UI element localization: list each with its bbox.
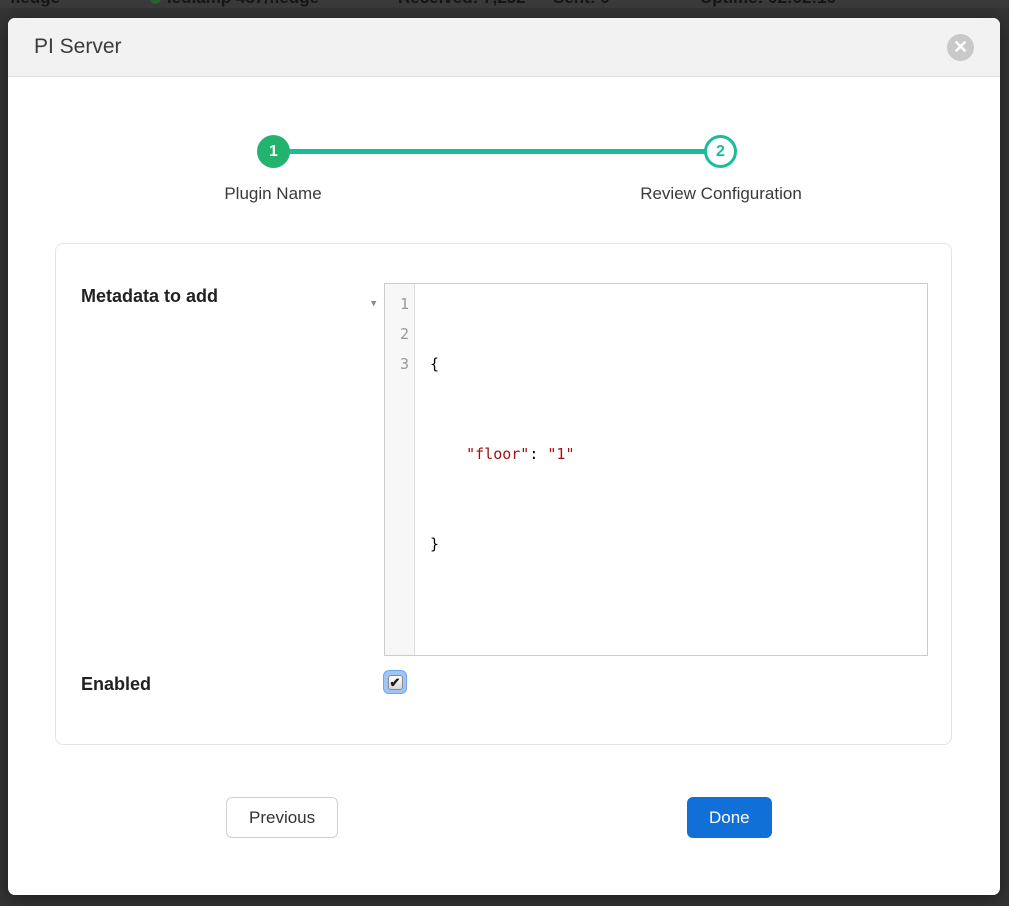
editor-code-area[interactable]: { "floor": "1" } [415, 284, 927, 655]
service-status-icon [150, 0, 161, 4]
step-2-indicator: 2 [704, 135, 737, 168]
enabled-checkbox[interactable]: ✔ [383, 670, 407, 694]
background-received-stat: Received: 7,252 [398, 0, 526, 8]
code-line: { [430, 349, 927, 379]
step-1-indicator: 1 [257, 135, 290, 168]
checkmark-icon: ✔ [388, 675, 403, 690]
background-app-title: fledge [10, 0, 60, 8]
json-code-editor[interactable]: ▼ 1 2 3 { "floor": "1" } [384, 283, 928, 656]
code-line: "floor": "1" [430, 439, 927, 469]
background-sent-stat: Sent: 0 [553, 0, 610, 8]
done-button[interactable]: Done [687, 797, 772, 838]
step-connector-line [288, 149, 707, 154]
gutter-line-2: 2 [385, 319, 409, 349]
gutter-line-3: 3 [385, 349, 409, 379]
line-number: 1 [400, 295, 409, 313]
step-2-label: Review Configuration [601, 184, 841, 204]
fold-arrow-icon[interactable]: ▼ [371, 289, 376, 319]
gutter-line-1: ▼ 1 [385, 289, 409, 319]
line-number: 2 [400, 325, 409, 343]
review-configuration-card: Metadata to add ▼ 1 2 3 { "floor": "1" } [55, 243, 952, 745]
metadata-field-label: Metadata to add [81, 286, 218, 307]
step-1-label: Plugin Name [183, 184, 363, 204]
step-1-number: 1 [269, 143, 278, 161]
close-icon[interactable]: ✕ [947, 34, 974, 61]
previous-button[interactable]: Previous [226, 797, 338, 838]
editor-gutter: ▼ 1 2 3 [385, 284, 415, 655]
background-uptime-stat: Uptime: 02:02:10 [700, 0, 836, 8]
enabled-field-label: Enabled [81, 674, 151, 695]
code-line: } [430, 529, 927, 559]
wizard-steps: 1 2 Plugin Name Review Configuration [8, 135, 1000, 227]
line-number: 3 [400, 355, 409, 373]
modal-title: PI Server [34, 35, 122, 59]
modal-header: PI Server ✕ [8, 18, 1000, 77]
plugin-config-modal: PI Server ✕ 1 2 Plugin Name Review Confi… [8, 18, 1000, 895]
background-service-stat: ledlamp 487/fledge [150, 0, 319, 8]
background-page-strip: fledge ledlamp 487/fledge Received: 7,25… [0, 0, 1009, 8]
step-2-number: 2 [716, 143, 725, 161]
